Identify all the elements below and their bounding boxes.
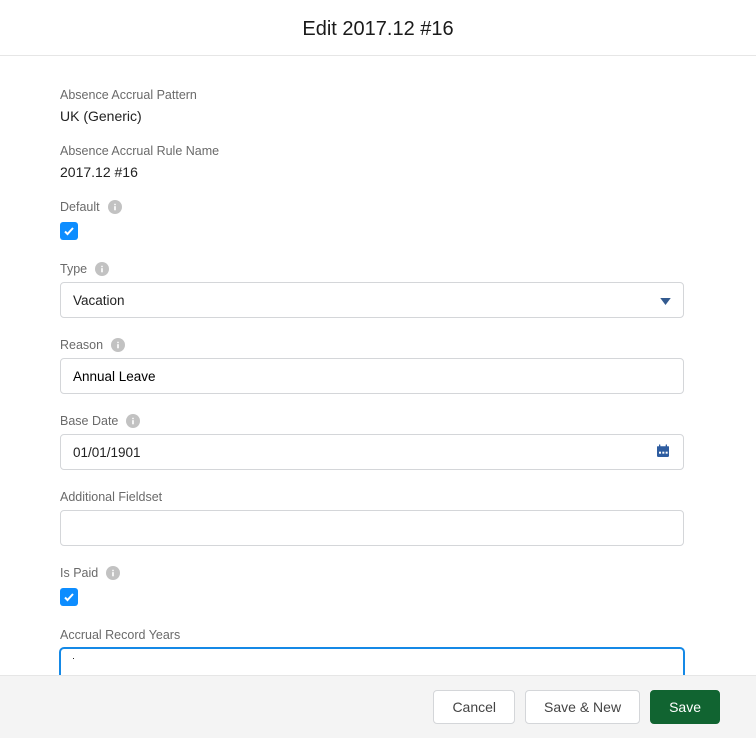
dialog-footer: Cancel Save & New Save — [0, 675, 756, 738]
chevron-down-icon — [660, 293, 671, 308]
ispaid-label-row: Is Paid — [60, 566, 684, 580]
addfs-field: Additional Fieldset — [60, 490, 684, 546]
calendar-icon[interactable] — [655, 443, 671, 462]
addfs-input[interactable] — [60, 510, 684, 546]
basedate-label: Base Date — [60, 414, 118, 428]
edit-form: Absence Accrual Pattern UK (Generic) Abs… — [0, 56, 744, 678]
basedate-field: Base Date 01/01/1901 — [60, 414, 684, 470]
reason-input[interactable] — [60, 358, 684, 394]
reason-label-row: Reason — [60, 338, 684, 352]
type-select[interactable]: Vacation — [60, 282, 684, 318]
ispaid-label: Is Paid — [60, 566, 98, 580]
accrual-years-input[interactable] — [60, 648, 684, 678]
default-label-row: Default — [60, 200, 684, 214]
basedate-input[interactable]: 01/01/1901 — [60, 434, 684, 470]
reason-label: Reason — [60, 338, 103, 352]
default-label: Default — [60, 200, 100, 214]
form-scroll-area[interactable]: Absence Accrual Pattern UK (Generic) Abs… — [0, 56, 756, 678]
rulename-field: Absence Accrual Rule Name 2017.12 #16 — [60, 144, 684, 180]
dialog-header: Edit 2017.12 #16 — [0, 0, 756, 56]
basedate-label-row: Base Date — [60, 414, 684, 428]
ispaid-checkbox[interactable] — [60, 588, 78, 606]
reason-field: Reason — [60, 338, 684, 394]
type-value: Vacation — [73, 293, 125, 308]
save-new-button[interactable]: Save & New — [525, 690, 640, 724]
info-icon[interactable] — [126, 414, 140, 428]
pattern-label: Absence Accrual Pattern — [60, 88, 684, 102]
accrual-years-field: Accrual Record Years — [60, 628, 684, 678]
info-icon[interactable] — [111, 338, 125, 352]
basedate-value: 01/01/1901 — [73, 445, 141, 460]
accrual-years-input-field[interactable] — [73, 659, 671, 674]
dialog-title: Edit 2017.12 #16 — [0, 18, 756, 41]
addfs-label: Additional Fieldset — [60, 490, 684, 504]
pattern-value: UK (Generic) — [60, 108, 684, 124]
rulename-label: Absence Accrual Rule Name — [60, 144, 684, 158]
type-label: Type — [60, 262, 87, 276]
info-icon[interactable] — [108, 200, 122, 214]
type-label-row: Type — [60, 262, 684, 276]
addfs-input-field[interactable] — [73, 521, 671, 536]
reason-input-field[interactable] — [73, 369, 671, 384]
info-icon[interactable] — [106, 566, 120, 580]
save-button[interactable]: Save — [650, 690, 720, 724]
pattern-field: Absence Accrual Pattern UK (Generic) — [60, 88, 684, 124]
info-icon[interactable] — [95, 262, 109, 276]
ispaid-field: Is Paid — [60, 566, 684, 608]
type-field: Type Vacation — [60, 262, 684, 318]
default-field: Default — [60, 200, 684, 242]
accrual-years-label: Accrual Record Years — [60, 628, 684, 642]
cancel-button[interactable]: Cancel — [433, 690, 515, 724]
rulename-value: 2017.12 #16 — [60, 164, 684, 180]
default-checkbox[interactable] — [60, 222, 78, 240]
